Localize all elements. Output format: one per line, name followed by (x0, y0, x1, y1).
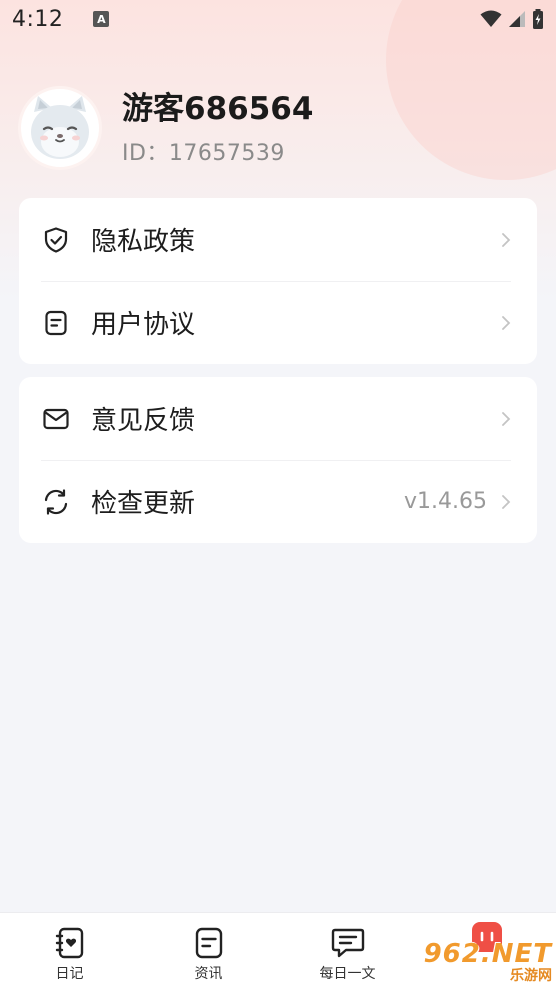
nav-tab-diary[interactable]: 日记 (0, 913, 139, 990)
battery-icon (533, 9, 543, 29)
profile-text: 游客686564 ID：17657539 (122, 89, 313, 167)
news-icon (191, 925, 227, 961)
chat-icon (330, 925, 366, 961)
wifi-icon (480, 10, 502, 27)
nav-tab-daily-article[interactable]: 每日一文 (278, 913, 417, 990)
watermark-sub: 乐游网 (510, 968, 552, 984)
feedback-row[interactable]: 意见反馈 (19, 377, 537, 460)
check-update-row[interactable]: 检查更新 v1.4.65 (19, 460, 537, 543)
version-value: v1.4.65 (404, 489, 487, 514)
profile-section[interactable]: 游客686564 ID：17657539 (18, 86, 313, 170)
user-agreement-row[interactable]: 用户协议 (19, 281, 537, 364)
chevron-right-icon (501, 410, 515, 428)
watermark: 962.NET 乐游网 (418, 938, 552, 986)
shield-check-icon (41, 225, 71, 255)
signal-icon (509, 11, 525, 27)
diary-icon (52, 925, 88, 961)
nav-label-news: 资讯 (194, 966, 223, 982)
notification-icon: A (93, 11, 110, 27)
user-agreement-label: 用户协议 (91, 310, 196, 340)
chevron-right-icon (501, 314, 515, 332)
settings-card-1: 隐私政策 用户协议 (19, 198, 537, 364)
nav-label-daily-article: 每日一文 (319, 966, 376, 982)
privacy-policy-row[interactable]: 隐私政策 (19, 198, 537, 281)
document-icon (41, 308, 71, 338)
mail-icon (41, 404, 71, 434)
status-time: 4:12 (12, 6, 64, 32)
status-bar: 4:12 A (0, 0, 556, 38)
status-icons (480, 9, 544, 29)
nav-tab-news[interactable]: 资讯 (139, 913, 278, 990)
cat-avatar-icon[interactable] (18, 86, 102, 170)
nickname: 游客686564 (122, 91, 314, 127)
nav-label-diary: 日记 (55, 966, 84, 982)
chevron-right-icon (501, 493, 515, 511)
feedback-label: 意见反馈 (91, 406, 196, 436)
settings-card-2: 意见反馈 检查更新 v1.4.65 (19, 377, 537, 543)
refresh-icon (41, 487, 71, 517)
chevron-right-icon (501, 231, 515, 249)
user-id: ID：17657539 (122, 141, 285, 166)
privacy-policy-label: 隐私政策 (91, 227, 196, 257)
check-update-label: 检查更新 (91, 489, 196, 519)
